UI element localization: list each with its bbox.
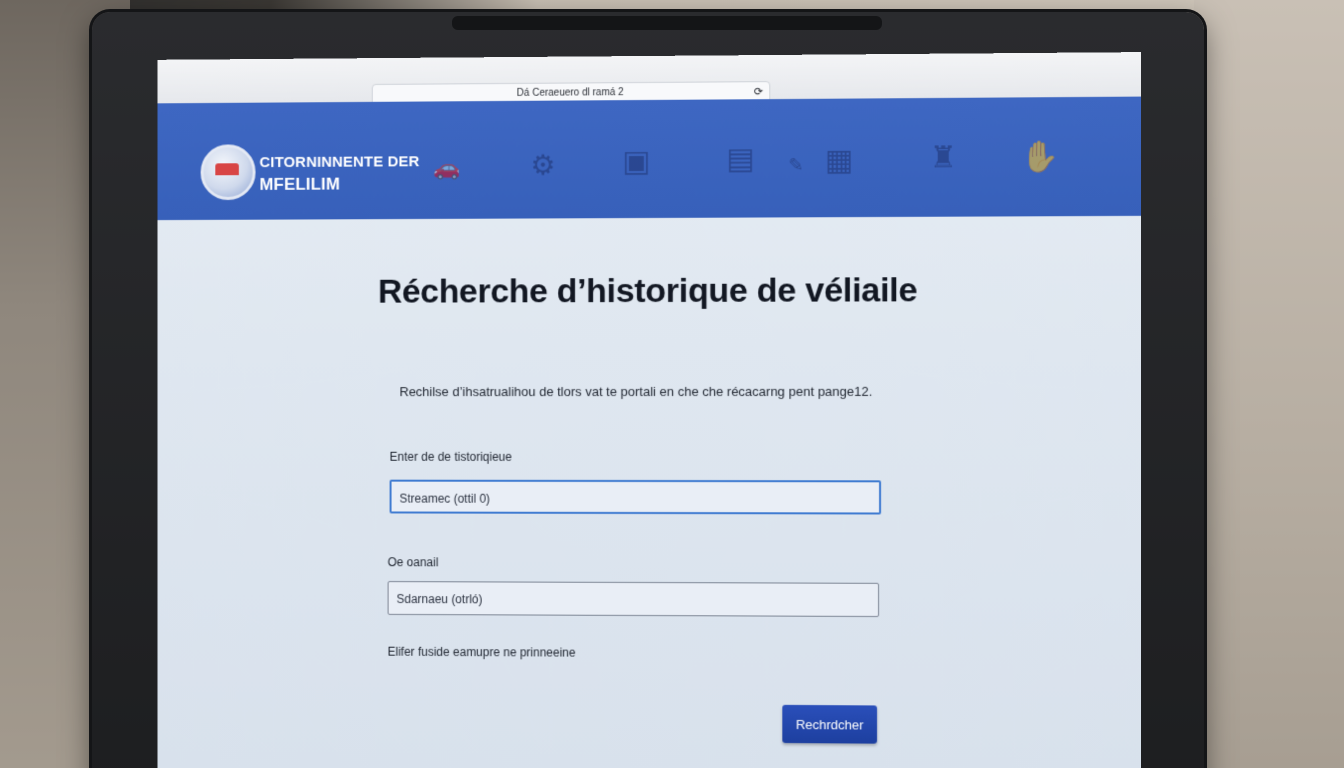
report-icon: ▦ bbox=[825, 143, 854, 178]
checklist-icon: ▤ bbox=[726, 141, 754, 176]
hand-stamp-icon: ✋ bbox=[1021, 140, 1059, 176]
site-header: CITORNINNENTE DER MFELILIM 🚗 ⚙ ▣ ▤ ✎ ▦ ♜… bbox=[158, 97, 1142, 221]
monitor-screen: Dá Ceraeuero dl ramá 2 ⟳ × CITORNINNENTE… bbox=[158, 52, 1142, 768]
email-input[interactable]: Sdarnaeu (otrló) bbox=[388, 581, 879, 617]
wrench-icon: ✎ bbox=[788, 155, 803, 176]
page-title: Récherche d’historique de véliaile bbox=[368, 271, 928, 312]
gear-icon: ⚙ bbox=[530, 149, 555, 182]
site-logo-text[interactable]: CITORNINNENTE DER MFELILIM bbox=[259, 151, 419, 196]
field2-label: Oe oanail bbox=[388, 555, 439, 569]
logo-line-1: CITORNINNENTE DER bbox=[259, 151, 419, 174]
field1-label: Enter de de tistoriqieue bbox=[390, 450, 512, 464]
hint-text: Elifer fuside eamupre ne prinneeine bbox=[388, 645, 576, 660]
address-text: Dá Ceraeuero dl ramá 2 bbox=[517, 87, 624, 99]
search-button[interactable]: Rechrdcher bbox=[782, 705, 877, 744]
car-icon: 🚗 bbox=[433, 155, 460, 181]
intro-text: Rechilse d’ihsatrualihou de tlors vat te… bbox=[399, 384, 872, 399]
logo-line-2: MFELILIM bbox=[259, 173, 419, 196]
browser-toolbar: Dá Ceraeuero dl ramá 2 ⟳ bbox=[158, 52, 1142, 104]
document-stamp-icon: ▣ bbox=[622, 144, 650, 179]
history-search-input[interactable]: Streamec (ottil 0) bbox=[390, 480, 881, 515]
tools-icon: ♜ bbox=[930, 140, 957, 175]
background-wall-right bbox=[1194, 0, 1344, 768]
monitor-camera-bar bbox=[452, 16, 882, 30]
logo-emblem-icon bbox=[201, 144, 256, 200]
